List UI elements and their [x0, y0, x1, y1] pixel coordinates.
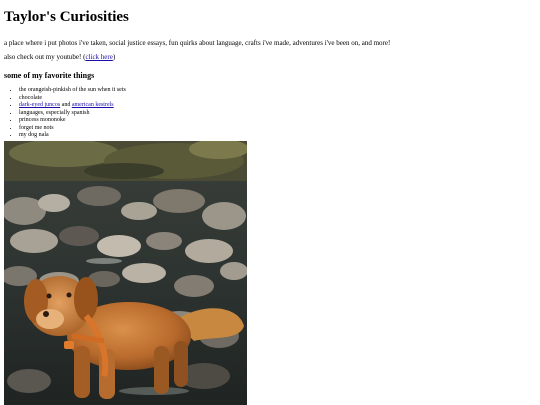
youtube-line: also check out my youtube! (click here) [4, 53, 536, 62]
favorites-list: the orangeish-pinkish of the sun when it… [4, 87, 536, 140]
list-item: the orangeish-pinkish of the sun when it… [19, 87, 536, 95]
site-description: a place where i put photos i've taken, s… [4, 39, 391, 47]
list-item: my dog nala [19, 132, 536, 140]
list-item: princess mononoke [19, 117, 536, 125]
juncos-link[interactable]: dark-eyed juncos [19, 102, 60, 108]
youtube-prefix: also check out my youtube! ( [4, 53, 86, 61]
list-item: dark-eyed juncos and american kestrels [19, 102, 536, 110]
dog-photo [4, 141, 247, 405]
kestrels-link[interactable]: american kestrels [72, 102, 114, 108]
list-item-joiner: and [60, 102, 72, 108]
page-content: Taylor's Curiosities a place where i put… [4, 0, 536, 140]
youtube-link[interactable]: click here [85, 53, 112, 61]
page-title: Taylor's Curiosities [4, 9, 129, 25]
youtube-suffix: ) [112, 53, 116, 61]
list-item: forget me nots [19, 125, 536, 133]
favorites-heading: some of my favorite things [4, 71, 95, 80]
list-item: languages, especially spanish [19, 110, 536, 118]
list-item: chocolate [19, 95, 536, 103]
